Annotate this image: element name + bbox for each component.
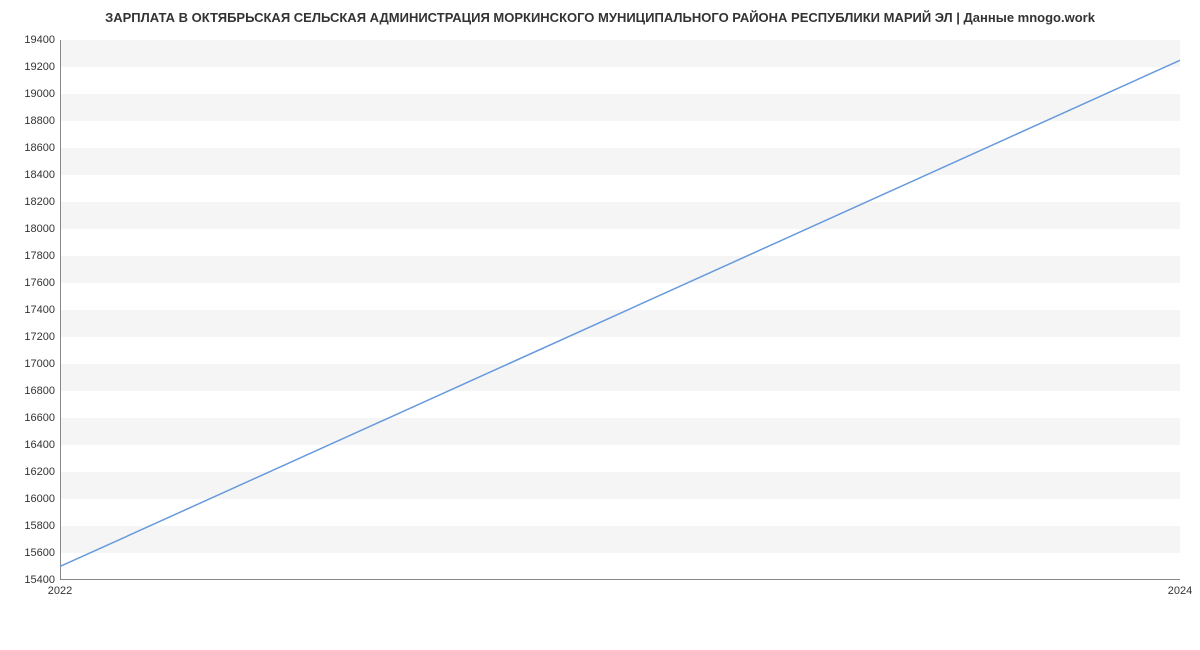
y-tick-label: 19000 [5, 88, 55, 100]
y-tick-label: 19400 [5, 34, 55, 46]
y-tick-label: 15800 [5, 520, 55, 532]
y-tick-label: 16800 [5, 385, 55, 397]
y-tick-label: 18200 [5, 196, 55, 208]
y-tick-label: 18800 [5, 115, 55, 127]
y-tick-label: 18600 [5, 142, 55, 154]
y-tick-label: 17200 [5, 331, 55, 343]
y-tick-label: 15600 [5, 547, 55, 559]
y-tick-label: 16000 [5, 493, 55, 505]
x-tick-label: 2024 [1168, 585, 1192, 597]
y-tick-label: 16400 [5, 439, 55, 451]
y-tick-label: 19200 [5, 61, 55, 73]
y-tick-label: 17400 [5, 304, 55, 316]
x-tick-label: 2022 [48, 585, 72, 597]
chart-container: ЗАРПЛАТА В ОКТЯБРЬСКАЯ СЕЛЬСКАЯ АДМИНИСТ… [0, 0, 1200, 650]
y-tick-label: 17000 [5, 358, 55, 370]
y-tick-label: 16600 [5, 412, 55, 424]
y-tick-label: 16200 [5, 466, 55, 478]
data-line [60, 40, 1180, 580]
plot-area: 1540015600158001600016200164001660016800… [60, 40, 1180, 580]
y-tick-label: 17800 [5, 250, 55, 262]
chart-title: ЗАРПЛАТА В ОКТЯБРЬСКАЯ СЕЛЬСКАЯ АДМИНИСТ… [0, 0, 1200, 25]
y-tick-label: 18000 [5, 223, 55, 235]
y-tick-label: 18400 [5, 169, 55, 181]
y-tick-label: 17600 [5, 277, 55, 289]
